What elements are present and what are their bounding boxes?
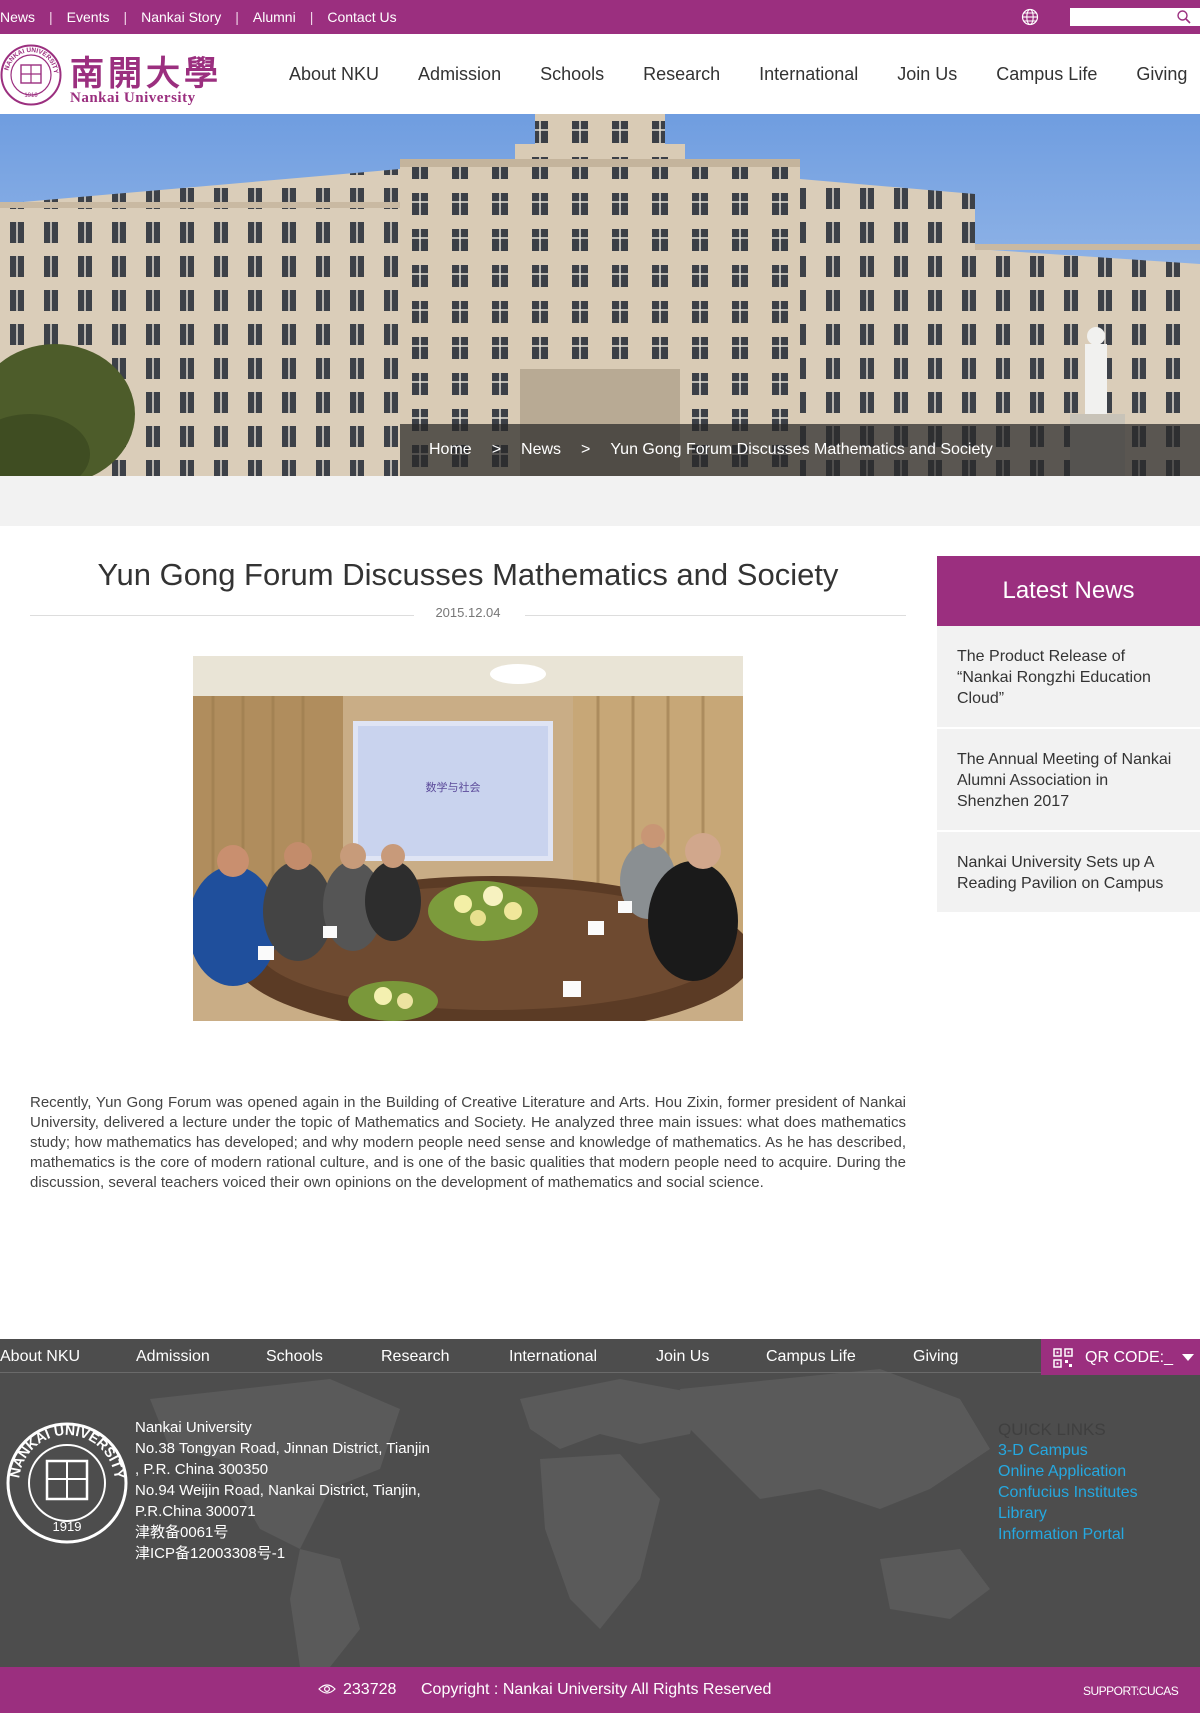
address-line: , P.R. China 300350 xyxy=(135,1461,269,1478)
footer-nav-join-us[interactable]: Join Us xyxy=(656,1339,766,1372)
footer-nav-international[interactable]: International xyxy=(509,1339,656,1372)
breadcrumb-current: Yun Gong Forum Discusses Mathematics and… xyxy=(610,441,993,458)
footer-nav-campus-life[interactable]: Campus Life xyxy=(766,1339,913,1372)
latest-news-item[interactable]: The Product Release of “Nankai Rongzhi E… xyxy=(937,626,1200,729)
main-building-illustration xyxy=(0,114,1200,476)
logo-english-name[interactable]: Nankai University xyxy=(70,90,196,107)
date-divider xyxy=(525,615,906,616)
chevron-down-icon xyxy=(1182,1354,1194,1361)
svg-text:数学与社会: 数学与社会 xyxy=(426,780,481,794)
latest-news-list: The Product Release of “Nankai Rongzhi E… xyxy=(937,626,1200,914)
visit-counter: 233728 xyxy=(343,1681,397,1698)
footer-nav-schools[interactable]: Schools xyxy=(266,1339,381,1372)
quick-link-information-portal[interactable]: Information Portal xyxy=(998,1524,1138,1545)
quick-link-online-application[interactable]: Online Application xyxy=(998,1461,1138,1482)
footer-nav-research[interactable]: Research xyxy=(381,1339,509,1372)
address-line: No.94 Weijin Road, Nankai District, Tian… xyxy=(135,1482,421,1499)
footer-nav: About NKU Admission Schools Research Int… xyxy=(0,1339,1200,1373)
quick-link-library[interactable]: Library xyxy=(998,1503,1138,1524)
breadcrumb-home[interactable]: Home xyxy=(429,441,472,459)
nav-research[interactable]: Research xyxy=(643,64,720,85)
meeting-room-photo: 数学与社会 xyxy=(193,656,743,1021)
globe-icon[interactable] xyxy=(1021,8,1039,26)
address-line: P.R.China 300071 xyxy=(135,1503,256,1520)
article-photo: 数学与社会 xyxy=(193,656,743,1021)
support-link[interactable]: SUPPORT:CUCAS xyxy=(1083,1684,1179,1698)
divider-strip xyxy=(0,476,1200,526)
top-link-events[interactable]: Events xyxy=(67,9,110,25)
svg-text:1919: 1919 xyxy=(53,1519,82,1534)
campus-banner-image: Home > News > Yun Gong Forum Discusses M… xyxy=(0,114,1200,476)
top-link-nankai-story[interactable]: Nankai Story xyxy=(141,9,221,25)
article-date: 2015.12.04 xyxy=(435,605,501,620)
footer-nav-giving[interactable]: Giving xyxy=(913,1339,1013,1372)
logo-chinese-name[interactable]: 南開大學 xyxy=(70,46,222,95)
footer-nav-about-nku[interactable]: About NKU xyxy=(0,1339,136,1372)
svg-text:1919: 1919 xyxy=(24,93,38,99)
separator: | xyxy=(123,9,128,25)
address-line: 津ICP备12003308号-1 xyxy=(135,1545,286,1562)
qr-code-dropdown[interactable]: QR CODE:_ xyxy=(1041,1339,1200,1375)
latest-news-item[interactable]: Nankai University Sets up A Reading Pavi… xyxy=(937,832,1200,914)
address-line: Nankai University xyxy=(135,1419,252,1436)
nav-join-us[interactable]: Join Us xyxy=(897,64,957,85)
quick-link-3d-campus[interactable]: 3-D Campus xyxy=(998,1440,1138,1461)
nav-international[interactable]: International xyxy=(759,64,858,85)
top-link-news[interactable]: News xyxy=(0,9,35,25)
footer-university-seal: NANKAI UNIVERSITY 1919 xyxy=(6,1422,128,1544)
site-header: NANKAI UNIVERSITY 1919 南開大學 Nankai Unive… xyxy=(0,34,1200,114)
top-link-contact-us[interactable]: Contact Us xyxy=(327,9,396,25)
nav-schools[interactable]: Schools xyxy=(540,64,604,85)
breadcrumb: Home > News > Yun Gong Forum Discusses M… xyxy=(400,424,1200,476)
search-icon[interactable] xyxy=(1176,9,1192,25)
breadcrumb-news[interactable]: News xyxy=(521,441,561,459)
separator: | xyxy=(49,9,53,25)
footer-nav-admission[interactable]: Admission xyxy=(136,1339,266,1372)
latest-news-heading: Latest News xyxy=(937,556,1200,626)
quick-link-confucius-institutes[interactable]: Confucius Institutes xyxy=(998,1482,1138,1503)
top-link-alumni[interactable]: Alumni xyxy=(253,9,296,25)
site-footer: About NKU Admission Schools Research Int… xyxy=(0,1339,1200,1667)
top-utility-bar: News | Events | Nankai Story | Alumni | … xyxy=(0,0,1200,34)
nav-about-nku[interactable]: About NKU xyxy=(289,64,379,85)
copyright-bar: 233728 Copyright : Nankai University All… xyxy=(0,1667,1200,1713)
latest-news-item[interactable]: The Annual Meeting of Nankai Alumni Asso… xyxy=(937,729,1200,832)
nav-admission[interactable]: Admission xyxy=(418,64,501,85)
qr-code-icon xyxy=(1053,1348,1073,1368)
nav-campus-life[interactable]: Campus Life xyxy=(996,64,1097,85)
breadcrumb-separator: > xyxy=(491,441,502,458)
main-nav: About NKU Admission Schools Research Int… xyxy=(289,64,1200,85)
breadcrumb-separator: > xyxy=(581,441,591,458)
article-title: Yun Gong Forum Discusses Mathematics and… xyxy=(97,557,839,592)
article-body: Recently, Yun Gong Forum was opened agai… xyxy=(30,1094,906,1191)
copyright-text: Copyright : Nankai University All Rights… xyxy=(421,1681,772,1698)
university-seal-logo[interactable]: NANKAI UNIVERSITY 1919 xyxy=(0,44,62,106)
address-line: 津教备0061号 xyxy=(135,1524,229,1541)
nav-giving[interactable]: Giving xyxy=(1136,64,1187,85)
top-links: News | Events | Nankai Story | Alumni | … xyxy=(0,9,397,25)
address-line: No.38 Tongyan Road, Jinnan District, Tia… xyxy=(135,1440,430,1457)
quick-links: QUICK LINKS 3-D Campus Online Applicatio… xyxy=(998,1419,1138,1545)
separator: | xyxy=(235,9,239,25)
footer-address: Nankai University No.38 Tongyan Road, Ji… xyxy=(135,1417,455,1564)
eye-icon xyxy=(318,1684,336,1694)
quick-links-title: QUICK LINKS xyxy=(998,1420,1106,1439)
qr-code-label: QR CODE:_ xyxy=(1085,1349,1174,1366)
separator: | xyxy=(309,9,314,25)
